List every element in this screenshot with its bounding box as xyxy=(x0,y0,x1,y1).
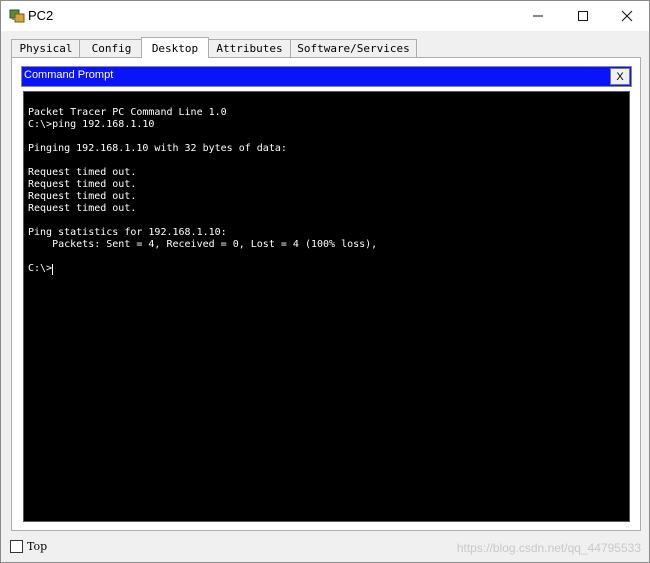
terminal-line: Pinging 192.168.1.10 with 32 bytes of da… xyxy=(28,143,287,154)
minimize-icon xyxy=(533,15,543,17)
tab-software-services[interactable]: Software/Services xyxy=(290,39,417,57)
terminal-line: Request timed out. xyxy=(28,167,137,178)
window-title: PC2 xyxy=(28,8,54,23)
command-prompt-header: Command Prompt X xyxy=(21,66,632,87)
desktop-panel: Command Prompt X Packet Tracer PC Comman… xyxy=(11,57,641,531)
terminal-line: Packets: Sent = 4, Received = 0, Lost = … xyxy=(28,239,378,250)
maximize-button[interactable] xyxy=(560,1,606,31)
command-prompt-title: Command Prompt xyxy=(24,69,114,81)
command-prompt-close-button[interactable]: X xyxy=(610,68,630,85)
close-button[interactable] xyxy=(604,1,650,31)
close-icon xyxy=(621,10,633,22)
terminal-prompt-line: C:\> xyxy=(28,263,53,274)
terminal-line: Ping statistics for 192.168.1.10: xyxy=(28,227,227,238)
terminal-output[interactable]: Packet Tracer PC Command Line 1.0 C:\>pi… xyxy=(23,91,630,522)
top-checkbox-label: Top xyxy=(27,540,48,553)
tab-physical[interactable]: Physical xyxy=(11,39,81,57)
application-window: PC2 Physical Config Desktop Attributes S… xyxy=(0,0,650,563)
top-checkbox[interactable] xyxy=(10,540,23,553)
terminal-line: Packet Tracer PC Command Line 1.0 xyxy=(28,107,227,118)
maximize-icon xyxy=(578,11,588,21)
terminal-line: Request timed out. xyxy=(28,179,137,190)
minimize-button[interactable] xyxy=(515,1,561,31)
tab-attributes[interactable]: Attributes xyxy=(208,39,291,57)
tab-config[interactable]: Config xyxy=(79,39,144,57)
tab-desktop[interactable]: Desktop xyxy=(141,37,209,58)
pc-app-icon xyxy=(9,9,25,23)
terminal-line: C:\>ping 192.168.1.10 xyxy=(28,119,155,130)
terminal-line: Request timed out. xyxy=(28,191,137,202)
watermark-text: https://blog.csdn.net/qq_44795533 xyxy=(456,541,641,555)
text-cursor xyxy=(52,264,53,275)
title-bar[interactable]: PC2 xyxy=(1,1,649,31)
terminal-line: Request timed out. xyxy=(28,203,137,214)
